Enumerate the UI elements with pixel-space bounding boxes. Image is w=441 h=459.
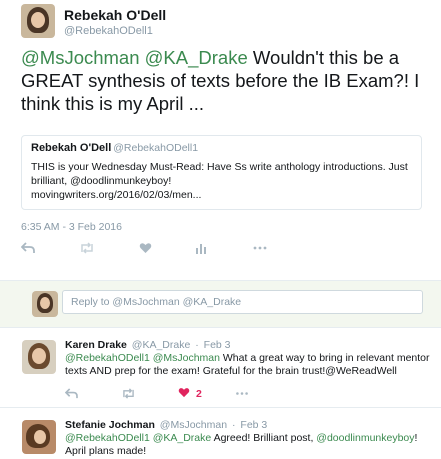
reply-tweet[interactable]: Karen Drake @KA_Drake · Feb 3 @RebekahOD…: [0, 330, 441, 408]
reply-author-name[interactable]: Karen Drake: [65, 339, 127, 351]
tweet-text: @MsJochman @KA_Drake Wouldn't this be a …: [21, 46, 436, 115]
tweet-actions: [20, 242, 281, 257]
mention-link[interactable]: @MsJochman: [21, 47, 140, 68]
quoted-tweet[interactable]: Rebekah O'Dell @RebekahODell1 THIS is you…: [21, 135, 422, 210]
mention-link[interactable]: @RebekahODell1: [65, 432, 150, 444]
reply-compose-bar: Reply to @MsJochman @KA_Drake: [0, 280, 441, 328]
avatar[interactable]: [22, 340, 56, 374]
reply-author-name[interactable]: Stefanie Jochman: [65, 419, 155, 431]
like-count: 2: [196, 388, 202, 400]
quoted-line: THIS is your Wednesday Must-Read: Have S…: [31, 161, 408, 173]
reply-tweet[interactable]: Stefanie Jochman @MsJochman · Feb 3 @Reb…: [0, 410, 441, 459]
quoted-line: brilliant, @doodlinmunkeyboy!: [31, 175, 172, 187]
reply-date[interactable]: Feb 3: [204, 339, 231, 351]
retweet-icon[interactable]: [79, 242, 95, 257]
heart-icon[interactable]: [178, 387, 190, 401]
mention-link[interactable]: @KA_Drake: [145, 47, 248, 68]
reply-text: @RebekahODell1 @KA_Drake Agreed! Brillia…: [65, 432, 431, 458]
quoted-link[interactable]: movingwriters.org/2016/02/03/men...: [31, 188, 412, 202]
mention-link[interactable]: @doodlinmunkeyboy: [316, 432, 414, 444]
mention-link[interactable]: @RebekahODell1: [65, 352, 150, 364]
mention-link[interactable]: @MsJochman: [153, 352, 220, 364]
analytics-icon[interactable]: [195, 242, 207, 257]
reply-input[interactable]: Reply to @MsJochman @KA_Drake: [62, 290, 423, 314]
more-icon[interactable]: [235, 388, 249, 402]
timestamp[interactable]: 6:35 AM - 3 Feb 2016: [21, 221, 122, 233]
reply-icon[interactable]: [20, 242, 35, 257]
reply-actions: 2: [64, 387, 285, 402]
avatar: [32, 291, 58, 317]
quoted-author: Rebekah O'Dell @RebekahODell1: [31, 142, 412, 154]
reply-author-handle[interactable]: @MsJochman: [160, 419, 227, 431]
author-name[interactable]: Rebekah O'Dell: [64, 7, 166, 23]
reply-text: @RebekahODell1 @MsJochman What a great w…: [65, 352, 431, 378]
more-icon[interactable]: [253, 242, 267, 257]
main-tweet: Rebekah O'Dell @RebekahODell1 @MsJochman…: [0, 0, 441, 280]
quoted-text: THIS is your Wednesday Must-Read: Have S…: [31, 160, 412, 202]
separator: ·: [229, 419, 239, 431]
reply-author: Stefanie Jochman @MsJochman · Feb 3: [65, 419, 267, 431]
quoted-author-name: Rebekah O'Dell: [31, 142, 112, 154]
reply-author-handle[interactable]: @KA_Drake: [132, 339, 191, 351]
heart-icon[interactable]: [139, 242, 152, 257]
reply-icon[interactable]: [64, 388, 78, 402]
reply-date[interactable]: Feb 3: [240, 419, 267, 431]
author-handle[interactable]: @RebekahODell1: [64, 25, 153, 37]
quoted-author-handle: @RebekahODell1: [113, 142, 199, 154]
reply-author: Karen Drake @KA_Drake · Feb 3: [65, 339, 231, 351]
avatar[interactable]: [21, 4, 55, 38]
avatar[interactable]: [22, 420, 56, 454]
retweet-icon[interactable]: [121, 388, 136, 402]
separator: ·: [192, 339, 202, 351]
reply-body: Agreed! Brilliant post,: [211, 432, 317, 444]
mention-link[interactable]: @KA_Drake: [153, 432, 212, 444]
